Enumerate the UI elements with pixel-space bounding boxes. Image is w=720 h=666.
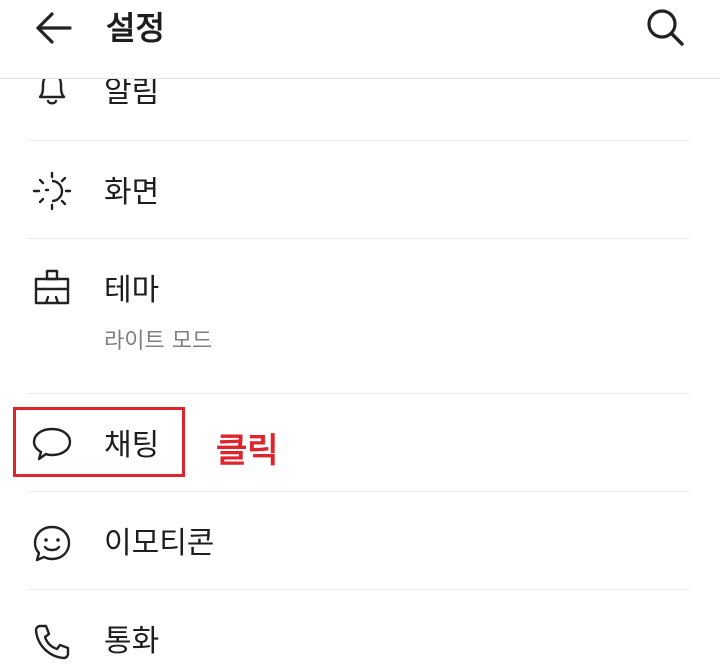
brightness-icon xyxy=(32,171,72,211)
back-button[interactable] xyxy=(28,6,78,50)
settings-item-label: 화면 xyxy=(104,175,160,210)
click-highlight-box xyxy=(13,407,185,477)
theme-current-value: 라이트 모드 xyxy=(104,329,213,354)
settings-item-emoticon[interactable]: 이모티콘 xyxy=(0,492,720,589)
settings-item-label: 이모티콘 xyxy=(104,526,215,561)
click-annotation: 클릭 xyxy=(216,431,279,471)
arrow-left-icon xyxy=(36,12,72,44)
search-button[interactable] xyxy=(638,2,692,52)
smiley-bubble-icon xyxy=(33,525,71,562)
page-title: 설정 xyxy=(106,9,165,47)
settings-item-theme[interactable]: 테마 라이트 모드 xyxy=(0,239,720,394)
bell-icon xyxy=(38,79,66,105)
app-header: 설정 xyxy=(0,0,720,79)
settings-item-label: 통화 xyxy=(104,624,160,659)
settings-item-label: 알림 xyxy=(104,79,160,110)
phone-icon xyxy=(34,624,70,660)
settings-item-call[interactable]: 통화 xyxy=(0,590,720,666)
settings-item-display[interactable]: 화면 xyxy=(0,141,720,238)
paint-brush-icon xyxy=(34,269,70,305)
settings-list: 알림 화면 테마 라이트 모드 채팅 이모티콘 통화 xyxy=(0,79,720,666)
search-icon xyxy=(647,9,684,46)
settings-item-notifications[interactable]: 알림 xyxy=(0,79,720,139)
settings-item-label: 테마 xyxy=(104,273,160,308)
